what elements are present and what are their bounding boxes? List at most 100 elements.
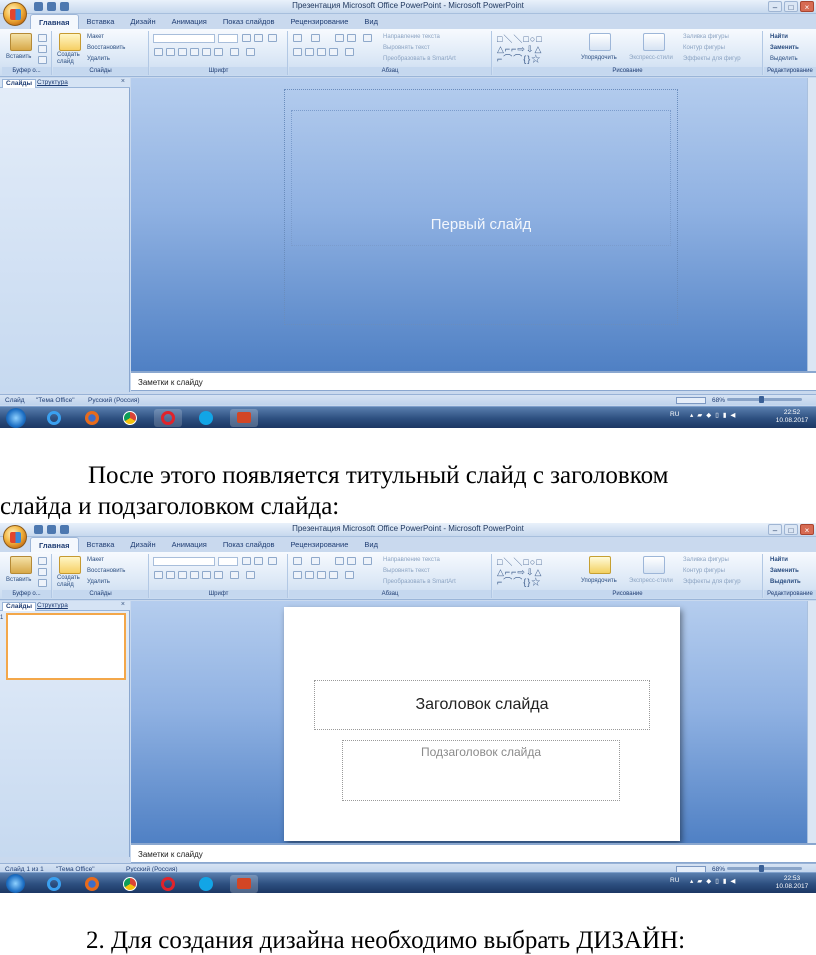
delete-button[interactable]: Удалить (87, 56, 110, 62)
clear-format-icon[interactable] (268, 557, 277, 565)
text-direction-button[interactable]: Направление текста (383, 34, 440, 40)
slide-outline[interactable]: Первый слайд (284, 89, 678, 325)
powerpoint-icon[interactable] (230, 409, 258, 427)
shapes-gallery[interactable]: □＼＼□○□ △⌐⌐⇨⇩△ ⌐⌒⌒{}☆ (497, 34, 575, 64)
office-button-icon[interactable] (3, 525, 27, 549)
font-color-icon[interactable] (246, 48, 255, 56)
delete-button[interactable]: Удалить (87, 579, 110, 585)
indent-icon[interactable] (335, 557, 344, 565)
justify-icon[interactable] (329, 571, 338, 579)
align-center-icon[interactable] (305, 48, 314, 56)
tab-outline[interactable]: Структура (34, 602, 71, 610)
view-buttons[interactable] (676, 397, 706, 404)
reset-button[interactable]: Восстановить (87, 568, 125, 574)
find-button[interactable]: Найти (770, 34, 788, 40)
strikethrough-icon[interactable] (190, 571, 199, 579)
ie-icon[interactable] (40, 875, 68, 893)
arrange-icon[interactable] (589, 556, 611, 574)
shape-effects-button[interactable]: Эффекты для фигур (683, 579, 741, 585)
new-slide-button[interactable]: Создать слайд (57, 575, 80, 589)
outdent-icon[interactable] (347, 557, 356, 565)
vertical-scrollbar[interactable] (807, 78, 816, 371)
tab-view[interactable]: Вид (356, 14, 386, 29)
align-center-icon[interactable] (305, 571, 314, 579)
font-size-select[interactable] (218, 557, 238, 566)
skype-icon[interactable] (192, 409, 220, 427)
tab-slideshow[interactable]: Показ слайдов (215, 537, 283, 552)
shape-outline-button[interactable]: Контур фигуры (683, 568, 725, 574)
find-button[interactable]: Найти (770, 557, 788, 563)
columns-icon[interactable] (345, 571, 354, 579)
replace-button[interactable]: Заменить (770, 45, 799, 51)
quick-styles-button[interactable]: Экспресс-стили (629, 578, 673, 584)
numbering-icon[interactable] (311, 557, 320, 565)
quick-styles-icon[interactable] (643, 556, 665, 574)
grow-font-icon[interactable] (242, 557, 251, 565)
case-icon[interactable] (230, 48, 239, 56)
tab-home[interactable]: Главная (30, 537, 79, 552)
tab-animation[interactable]: Анимация (164, 14, 215, 29)
windows-start-icon[interactable] (6, 408, 26, 428)
strikethrough-icon[interactable] (190, 48, 199, 56)
align-text-button[interactable]: Выровнять текст (383, 45, 430, 51)
shadow-icon[interactable] (202, 48, 211, 56)
outdent-icon[interactable] (347, 34, 356, 42)
tab-slideshow[interactable]: Показ слайдов (215, 14, 283, 29)
pane-close-icon[interactable]: × (121, 78, 125, 85)
convert-smartart-button[interactable]: Преобразовать в SmartArt (383, 579, 456, 585)
zoom-slider[interactable] (727, 396, 802, 403)
tab-insert[interactable]: Вставка (79, 537, 123, 552)
tab-view[interactable]: Вид (356, 537, 386, 552)
select-button[interactable]: Выделить (770, 579, 801, 585)
shape-outline-button[interactable]: Контур фигуры (683, 45, 725, 51)
ie-icon[interactable] (40, 409, 68, 427)
vertical-scrollbar[interactable] (807, 601, 816, 844)
tab-insert[interactable]: Вставка (79, 14, 123, 29)
paste-icon[interactable] (10, 33, 32, 51)
quick-styles-button[interactable]: Экспресс-стили (629, 55, 673, 61)
layout-button[interactable]: Макет (87, 557, 104, 563)
firefox-icon[interactable] (78, 875, 106, 893)
maximize-button[interactable]: □ (784, 1, 798, 12)
shrink-font-icon[interactable] (254, 557, 263, 565)
tab-slides[interactable]: Слайды (2, 602, 37, 611)
close-button[interactable]: × (800, 1, 814, 12)
opera-icon[interactable] (154, 875, 182, 893)
new-slide-icon[interactable] (59, 556, 81, 574)
shape-fill-button[interactable]: Заливка фигуры (683, 34, 729, 40)
chrome-icon[interactable] (116, 409, 144, 427)
copy-icon[interactable] (38, 45, 47, 53)
select-button[interactable]: Выделить (770, 56, 798, 62)
paste-icon[interactable] (10, 556, 32, 574)
tab-review[interactable]: Рецензирование (282, 14, 356, 29)
arrange-button[interactable]: Упорядочить (581, 55, 617, 61)
format-painter-icon[interactable] (38, 56, 47, 64)
copy-icon[interactable] (38, 568, 47, 576)
powerpoint-icon[interactable] (230, 875, 258, 893)
new-slide-icon[interactable] (59, 33, 81, 51)
chrome-icon[interactable] (116, 875, 144, 893)
shadow-icon[interactable] (202, 571, 211, 579)
layout-button[interactable]: Макет (87, 34, 104, 40)
tray-icons[interactable]: ▴▰◆▯▮◀ (690, 411, 739, 419)
paste-button[interactable]: Вставить (6, 577, 31, 583)
align-right-icon[interactable] (317, 48, 326, 56)
language-indicator[interactable]: RU (670, 411, 679, 418)
align-text-button[interactable]: Выровнять текст (383, 568, 430, 574)
new-slide-button[interactable]: Создать слайд (57, 52, 80, 66)
title-slide[interactable]: Заголовок слайда Подзаголовок слайда (284, 607, 680, 841)
reset-button[interactable]: Восстановить (87, 45, 125, 51)
paste-button[interactable]: Вставить (6, 54, 31, 60)
italic-icon[interactable] (166, 48, 175, 56)
shape-effects-button[interactable]: Эффекты для фигур (683, 56, 741, 62)
columns-icon[interactable] (345, 48, 354, 56)
skype-icon[interactable] (192, 875, 220, 893)
bold-icon[interactable] (154, 571, 163, 579)
minimize-button[interactable]: – (768, 1, 782, 12)
tray-icons[interactable]: ▴▰◆▯▮◀ (690, 877, 739, 885)
zoom-slider[interactable] (727, 865, 802, 872)
slide-thumbnail[interactable] (6, 613, 126, 680)
bold-icon[interactable] (154, 48, 163, 56)
pane-close-icon[interactable]: × (121, 601, 125, 608)
spacing-icon[interactable] (214, 48, 223, 56)
